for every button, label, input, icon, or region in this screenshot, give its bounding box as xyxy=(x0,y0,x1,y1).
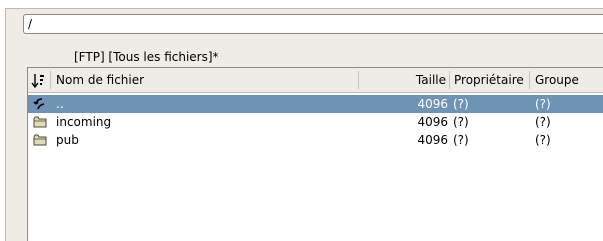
table-row[interactable]: .. 4096 (?) (?) xyxy=(28,95,603,113)
column-header-group[interactable]: Groupe xyxy=(535,68,579,92)
file-owner: (?) xyxy=(453,115,469,129)
path-input[interactable] xyxy=(23,14,603,34)
parent-directory-icon xyxy=(33,98,45,110)
location-label: [FTP] [Tous les fichiers]* xyxy=(74,50,219,64)
file-list-header: Nom de fichier Taille Propriétaire Group… xyxy=(28,68,603,93)
column-separator xyxy=(50,71,51,89)
sort-descending-icon[interactable] xyxy=(31,73,47,89)
file-group: (?) xyxy=(535,115,551,129)
table-row[interactable]: incoming 4096 (?) (?) xyxy=(28,113,603,131)
folder-icon xyxy=(33,116,47,128)
column-separator xyxy=(449,71,450,89)
column-header-owner[interactable]: Propriétaire xyxy=(454,68,524,92)
file-size: 4096 xyxy=(417,133,448,147)
file-owner: (?) xyxy=(453,97,469,111)
column-header-size[interactable]: Taille xyxy=(398,68,446,92)
column-separator xyxy=(358,71,359,89)
file-size: 4096 xyxy=(417,115,448,129)
file-name: pub xyxy=(56,133,79,147)
file-group: (?) xyxy=(535,133,551,147)
file-group: (?) xyxy=(535,97,551,111)
file-name: .. xyxy=(56,97,64,111)
folder-icon xyxy=(33,134,47,146)
file-size: 4096 xyxy=(417,97,448,111)
column-separator xyxy=(529,71,530,89)
column-header-name[interactable]: Nom de fichier xyxy=(56,68,144,92)
table-row[interactable]: pub 4096 (?) (?) xyxy=(28,131,603,149)
file-name: incoming xyxy=(56,115,112,129)
file-list-panel: Nom de fichier Taille Propriétaire Group… xyxy=(27,67,603,241)
file-owner: (?) xyxy=(453,133,469,147)
